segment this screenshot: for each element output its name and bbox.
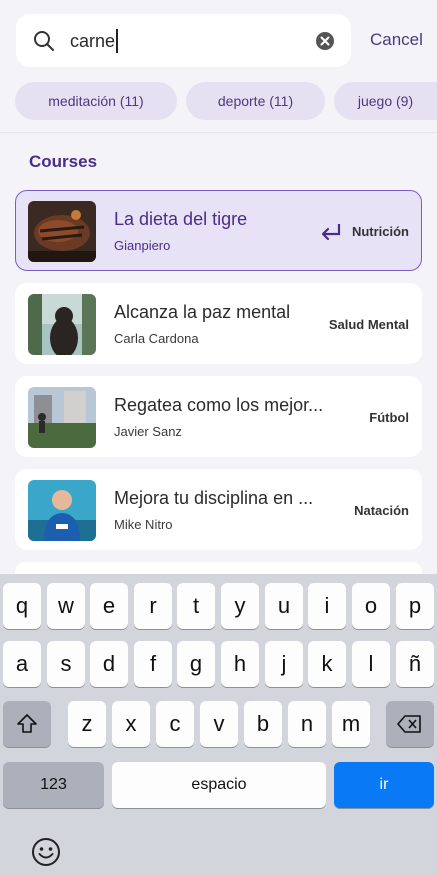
course-category: Fútbol: [369, 410, 409, 425]
course-card[interactable]: La dieta del tigre Gianpiero Nutrición: [15, 190, 422, 271]
search-header: carne Cancel: [0, 0, 437, 78]
search-query-text: carne: [70, 29, 119, 53]
key-a[interactable]: a: [3, 641, 41, 687]
course-thumbnail: [28, 387, 96, 448]
key-w[interactable]: w: [47, 583, 85, 629]
section-title: Courses: [29, 152, 98, 171]
return-icon: [321, 224, 341, 241]
keyboard: q w e r t y u i o p a s d f g h j k l ñ …: [0, 574, 437, 876]
key-q[interactable]: q: [3, 583, 41, 629]
search-input[interactable]: carne: [16, 14, 351, 67]
divider: [0, 132, 437, 133]
key-u[interactable]: u: [265, 583, 303, 629]
course-category: Natación: [354, 503, 409, 518]
key-s[interactable]: s: [47, 641, 85, 687]
search-icon: [34, 31, 54, 51]
key-h[interactable]: h: [221, 641, 259, 687]
course-card[interactable]: Mejora tu disciplina en ... Mike Nitro N…: [15, 469, 422, 550]
course-thumbnail: [28, 480, 96, 541]
key-y[interactable]: y: [221, 583, 259, 629]
key-f[interactable]: f: [134, 641, 172, 687]
key-m[interactable]: m: [332, 701, 370, 747]
course-card[interactable]: Regatea como los mejor... Javier Sanz Fú…: [15, 376, 422, 457]
key-j[interactable]: j: [265, 641, 303, 687]
go-key[interactable]: ir: [334, 762, 434, 808]
key-o[interactable]: o: [352, 583, 390, 629]
key-b[interactable]: b: [244, 701, 282, 747]
chip-meditacion[interactable]: meditación (11): [15, 82, 177, 120]
backspace-icon: [397, 715, 421, 733]
key-n[interactable]: n: [288, 701, 326, 747]
key-e[interactable]: e: [90, 583, 128, 629]
course-title: Regatea como los mejor...: [114, 395, 324, 415]
text-caret: [116, 29, 119, 53]
course-title: Mejora tu disciplina en ...: [114, 488, 314, 508]
shift-key[interactable]: [3, 701, 51, 747]
course-title: Alcanza la paz mental: [114, 302, 291, 322]
course-card[interactable]: Alcanza la paz mental Carla Cardona Salu…: [15, 283, 422, 364]
numbers-key[interactable]: 123: [3, 762, 104, 808]
key-p[interactable]: p: [396, 583, 434, 629]
key-l[interactable]: l: [352, 641, 390, 687]
key-g[interactable]: g: [177, 641, 215, 687]
backspace-key[interactable]: [386, 701, 434, 747]
key-x[interactable]: x: [112, 701, 150, 747]
course-thumbnail: [28, 294, 96, 355]
key-z[interactable]: z: [68, 701, 106, 747]
key-v[interactable]: v: [200, 701, 238, 747]
cancel-button[interactable]: Cancel: [370, 30, 423, 50]
key-c[interactable]: c: [156, 701, 194, 747]
course-author: Mike Nitro: [114, 517, 173, 532]
key-t[interactable]: t: [177, 583, 215, 629]
key-enye[interactable]: ñ: [396, 641, 434, 687]
course-author: Gianpiero: [114, 238, 171, 253]
course-author: Javier Sanz: [114, 424, 182, 439]
search-query: carne: [70, 31, 116, 51]
course-title: La dieta del tigre: [114, 209, 248, 229]
key-r[interactable]: r: [134, 583, 172, 629]
course-category: Salud Mental: [328, 317, 409, 332]
emoji-icon[interactable]: [30, 836, 62, 868]
course-thumbnail: [28, 201, 96, 262]
course-author: Carla Cardona: [114, 331, 199, 346]
course-category: Nutrición: [351, 224, 409, 239]
filter-chips: meditación (11) deporte (11) juego (9): [0, 82, 437, 122]
clear-icon[interactable]: [315, 31, 335, 51]
key-k[interactable]: k: [308, 641, 346, 687]
shift-icon: [17, 714, 37, 733]
space-key[interactable]: espacio: [112, 762, 326, 808]
chip-deporte[interactable]: deporte (11): [186, 82, 325, 120]
key-d[interactable]: d: [90, 641, 128, 687]
chip-juego[interactable]: juego (9): [334, 82, 437, 120]
key-i[interactable]: i: [308, 583, 346, 629]
